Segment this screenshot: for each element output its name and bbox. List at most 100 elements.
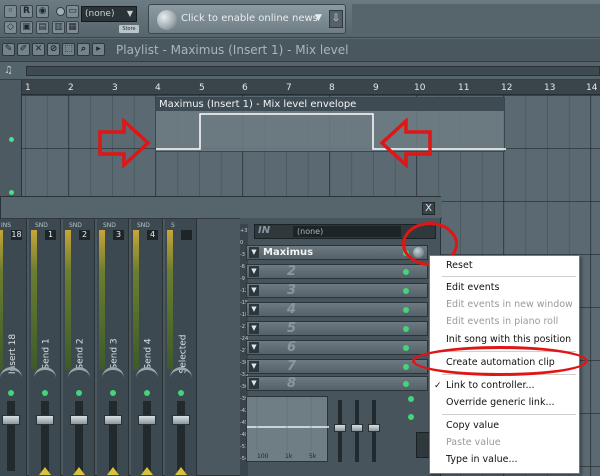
- effect-slot-number: 7: [287, 359, 297, 374]
- chevron-down-icon[interactable]: ▼: [315, 13, 322, 23]
- volume-fader[interactable]: [109, 401, 117, 471]
- slot-led-icon[interactable]: [403, 269, 409, 275]
- strip-tag: SND: [35, 222, 48, 229]
- blend-icon[interactable]: ▤: [36, 21, 49, 34]
- strip-led-icon[interactable]: [110, 390, 116, 396]
- brush-tool-icon[interactable]: ✐: [17, 43, 30, 56]
- menu-item-edit-events-piano-roll[interactable]: Edit events in piano roll: [430, 314, 579, 330]
- strip-led-icon[interactable]: [76, 390, 82, 396]
- ruler-tick: 4: [155, 83, 161, 93]
- tool-icon[interactable]: ▭: [66, 5, 79, 18]
- transport-toggle-icon[interactable]: ◦: [4, 5, 17, 18]
- mixer-strip[interactable]: SND 4 Send 4: [131, 219, 163, 476]
- step-icon[interactable]: ▣: [20, 21, 33, 34]
- chevron-down-icon[interactable]: ▼: [249, 266, 259, 277]
- download-icon[interactable]: ⇩: [329, 10, 343, 28]
- eq-graph[interactable]: 100 1k 5k: [246, 396, 329, 462]
- fader-handle[interactable]: [36, 415, 54, 425]
- level-meter: [31, 230, 37, 370]
- pencil-tool-icon[interactable]: ✎: [2, 43, 15, 56]
- mixer-strip[interactable]: SND 3 Send 3: [97, 219, 129, 476]
- playlist-title[interactable]: Playlist - Maximus (Insert 1) - Mix leve…: [116, 43, 348, 57]
- chevron-down-icon[interactable]: ▼: [249, 323, 259, 334]
- track-led-icon[interactable]: [9, 137, 14, 142]
- online-news-panel[interactable]: Click to enable online news ▼ ⇩: [148, 4, 346, 34]
- slot-led-icon[interactable]: [403, 345, 409, 351]
- effect-slot-2[interactable]: ▼ 2: [246, 264, 428, 279]
- chevron-down-icon[interactable]: ▼: [249, 285, 259, 296]
- strip-led-icon[interactable]: [144, 390, 150, 396]
- volume-fader[interactable]: [143, 401, 151, 471]
- zoom-tool-icon[interactable]: ⌕: [77, 43, 90, 56]
- chevron-down-icon[interactable]: ▼: [249, 247, 259, 258]
- horizontal-scrollbar[interactable]: [26, 66, 600, 76]
- timeline-ruler[interactable]: 1 2 3 4 5 6 7 8 9 10 11 12 13 14: [22, 80, 600, 95]
- level-meter: [99, 230, 105, 370]
- chevron-down-icon[interactable]: ▼: [249, 342, 259, 353]
- fader-handle[interactable]: [368, 424, 380, 432]
- effect-slot-4[interactable]: ▼ 4: [246, 302, 428, 317]
- mode-icon[interactable]: ◉: [36, 5, 49, 18]
- mute-tool-icon[interactable]: ⊘: [47, 43, 60, 56]
- level-meter: [0, 230, 3, 370]
- fader-handle[interactable]: [2, 415, 20, 425]
- preset-select[interactable]: (none) ▼: [81, 6, 137, 22]
- automation-clip[interactable]: Maximus (Insert 1) - Mix level envelope: [155, 97, 506, 152]
- menu-item-copy-value[interactable]: Copy value: [430, 418, 579, 434]
- record-icon[interactable]: R: [20, 5, 33, 18]
- slot-led-icon[interactable]: [403, 288, 409, 294]
- menu-item-edit-events[interactable]: Edit events: [430, 280, 579, 296]
- menu-item-edit-events-new-window[interactable]: Edit events in new window: [430, 297, 579, 313]
- strip-number: 4: [147, 230, 158, 240]
- mixer-strip[interactable]: S Selected: [165, 219, 197, 476]
- menu-item-paste-value[interactable]: Paste value: [430, 435, 579, 451]
- effect-slot-7[interactable]: ▼ 7: [246, 359, 428, 374]
- close-button[interactable]: X: [422, 202, 435, 215]
- volume-fader[interactable]: [177, 401, 185, 471]
- store-button[interactable]: Store: [119, 25, 139, 33]
- chevron-down-icon[interactable]: ▼: [249, 361, 259, 372]
- strip-led-icon[interactable]: [178, 390, 184, 396]
- effect-slot-3[interactable]: ▼ 3: [246, 283, 428, 298]
- menu-item-link-to-controller[interactable]: ✓ Link to controller...: [430, 378, 579, 394]
- mixer-strip[interactable]: SND 1 Send 1: [29, 219, 61, 476]
- effect-slot-number: 8: [287, 376, 297, 391]
- strip-led-icon[interactable]: [42, 390, 48, 396]
- track-led-icon[interactable]: [9, 190, 14, 195]
- route-led-icon[interactable]: [408, 396, 414, 402]
- wait-icon[interactable]: ▥: [52, 21, 65, 34]
- slot-led-icon[interactable]: [403, 364, 409, 370]
- fader-handle[interactable]: [70, 415, 88, 425]
- music-note-icon[interactable]: ♫: [4, 65, 13, 76]
- effect-slot-5[interactable]: ▼ 5: [246, 321, 428, 336]
- chevron-down-icon[interactable]: ▼: [249, 304, 259, 315]
- insert-input-select[interactable]: (none): [293, 226, 401, 237]
- menu-item-override-generic-link[interactable]: Override generic link...: [430, 395, 579, 411]
- select-tool-icon[interactable]: ⬚: [62, 43, 75, 56]
- effect-slot-6[interactable]: ▼ 6: [246, 340, 428, 355]
- fader-handle[interactable]: [104, 415, 122, 425]
- volume-fader[interactable]: [41, 401, 49, 471]
- playback-tool-icon[interactable]: ▸: [92, 43, 105, 56]
- fader-handle[interactable]: [351, 424, 363, 432]
- chevron-down-icon[interactable]: ▼: [249, 378, 259, 389]
- fader-handle[interactable]: [138, 415, 156, 425]
- volume-fader[interactable]: [75, 401, 83, 471]
- fader-handle[interactable]: [334, 424, 346, 432]
- snap-icon[interactable]: ▦: [66, 21, 79, 34]
- menu-item-reset[interactable]: Reset: [430, 258, 579, 274]
- effect-slot-1[interactable]: ▼ Maximus: [246, 245, 428, 260]
- strip-led-icon[interactable]: [8, 390, 14, 396]
- mixer-strip[interactable]: SND 2 Send 2: [63, 219, 95, 476]
- slot-led-icon[interactable]: [403, 307, 409, 313]
- effect-slot-number: 2: [287, 264, 297, 279]
- fader-handle[interactable]: [172, 415, 190, 425]
- slot-led-icon[interactable]: [403, 326, 409, 332]
- volume-fader[interactable]: [7, 401, 15, 471]
- delete-tool-icon[interactable]: ✕: [32, 43, 45, 56]
- metronome-icon[interactable]: ◇: [4, 21, 17, 34]
- route-led-icon[interactable]: [408, 414, 414, 420]
- menu-item-type-in-value[interactable]: Type in value...: [430, 452, 579, 468]
- mixer-strip[interactable]: INS 18 Insert 18: [0, 219, 27, 476]
- effect-slot-8[interactable]: ▼ 8: [246, 376, 428, 391]
